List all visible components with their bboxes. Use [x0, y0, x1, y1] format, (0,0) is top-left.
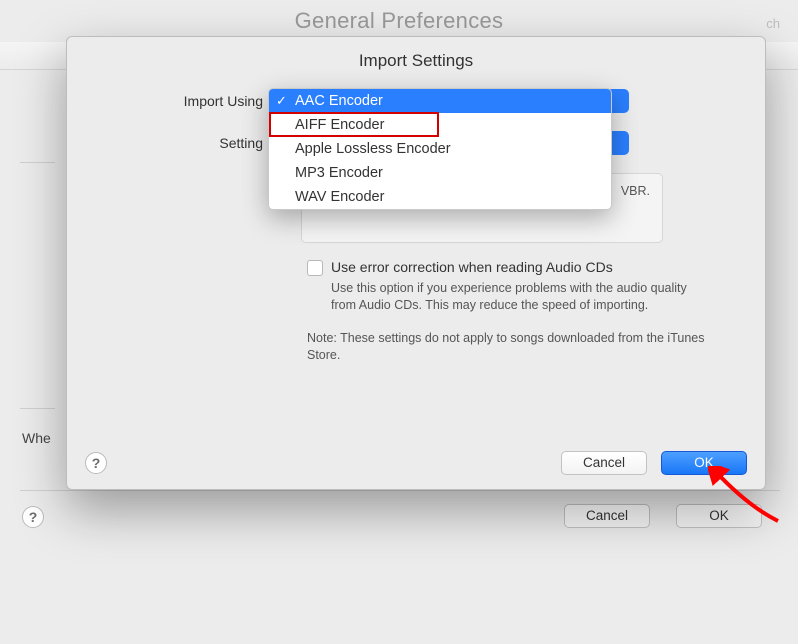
cancel-button[interactable]: Cancel	[561, 451, 647, 475]
help-button[interactable]: ?	[22, 506, 44, 528]
error-correction-hint: Use this option if you experience proble…	[331, 280, 701, 314]
encoder-dropdown-menu: ✓ AAC Encoder AIFF Encoder Apple Lossles…	[268, 88, 612, 210]
itunes-store-note: Note: These settings do not apply to son…	[307, 330, 707, 364]
select-arrows-icon	[609, 131, 629, 155]
dropdown-item-label: AIFF Encoder	[295, 117, 384, 133]
dialog-help-button[interactable]: ?	[85, 452, 107, 474]
import-using-label: Import Using	[99, 93, 269, 109]
truncated-text: ch	[766, 16, 780, 31]
ok-button[interactable]: OK	[661, 451, 747, 475]
dropdown-item-aac[interactable]: ✓ AAC Encoder	[269, 89, 611, 113]
error-correction-label: Use error correction when reading Audio …	[331, 259, 613, 275]
setting-label: Setting	[99, 135, 269, 151]
parent-truncated-label: Whe	[22, 430, 51, 446]
divider	[20, 490, 780, 491]
dropdown-item-lossless[interactable]: Apple Lossless Encoder	[269, 137, 611, 161]
dropdown-item-mp3[interactable]: MP3 Encoder	[269, 161, 611, 185]
select-arrows-icon	[609, 89, 629, 113]
dropdown-item-label: Apple Lossless Encoder	[295, 141, 451, 157]
parent-cancel-button[interactable]: Cancel	[564, 504, 650, 528]
encoder-info-trailing: VBR.	[621, 184, 650, 198]
dropdown-item-label: MP3 Encoder	[295, 165, 383, 181]
dropdown-item-label: WAV Encoder	[295, 189, 384, 205]
checkmark-icon: ✓	[276, 93, 287, 109]
divider	[20, 162, 55, 163]
dropdown-item-label: AAC Encoder	[295, 93, 383, 109]
parent-ok-button[interactable]: OK	[676, 504, 762, 528]
dropdown-item-wav[interactable]: WAV Encoder	[269, 185, 611, 209]
divider	[20, 408, 55, 409]
dialog-title: Import Settings	[67, 37, 765, 79]
error-correction-checkbox[interactable]	[307, 260, 323, 276]
dropdown-item-aiff[interactable]: AIFF Encoder	[269, 113, 611, 137]
